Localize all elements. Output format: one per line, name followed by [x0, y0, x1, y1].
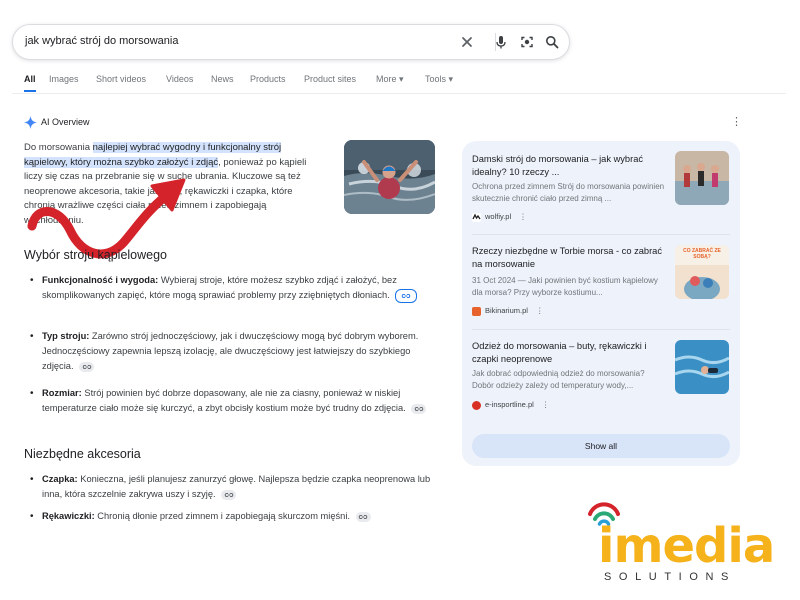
source-site: wolfiy.pl ⋮ [472, 212, 527, 222]
source-link-chip[interactable] [411, 403, 427, 414]
more-options-icon[interactable]: ⋮ [519, 212, 527, 221]
list-item-text: Strój powinien być dobrze dopasowany, al… [42, 388, 406, 414]
source-site-name: Bikinarium.pl [485, 306, 528, 315]
source-title[interactable]: Odzież do morsowania – buty, rękawiczki … [472, 340, 668, 366]
thumbnail-caption: CO ZABRAĆ ZE SOBĄ? [683, 248, 721, 260]
bullet: • [30, 331, 34, 342]
more-options-icon[interactable]: ⋮ [536, 306, 544, 315]
list-item: • Rękawiczki: Chronią dłonie przed zimne… [30, 509, 434, 524]
card-divider [472, 234, 730, 235]
bullet: • [30, 275, 34, 286]
bullet: • [30, 474, 34, 485]
source-thumbnail[interactable]: CO ZABRAĆ ZE SOBĄ? [675, 245, 729, 299]
list-item-term: Rozmiar: [42, 388, 82, 398]
list-item-text: Zarówno strój jednoczęściowy, jak i dwuc… [42, 331, 419, 372]
list-item: • Rozmiar: Strój powinien być dobrze dop… [30, 386, 434, 416]
card-divider [472, 329, 730, 330]
source-site: e-insportline.pl ⋮ [472, 400, 549, 410]
logo-wordmark: imedia [598, 518, 775, 574]
insportline-favicon-icon [472, 400, 481, 410]
source-title[interactable]: Damski strój do morsowania – jak wybrać … [472, 153, 668, 179]
source-link-chip[interactable] [79, 361, 95, 372]
list-item-term: Typ stroju: [42, 331, 90, 341]
bullet: • [30, 511, 34, 522]
source-site-name: e-insportline.pl [485, 400, 534, 409]
bikinarium-favicon-icon [472, 306, 481, 316]
source-snippet: Jak dobrać odpowiednią odzież do morsowa… [472, 369, 645, 390]
section-heading-suit: Wybór stroju kąpielowego [24, 248, 168, 262]
list-item: • Funkcjonalność i wygoda: Wybieraj stro… [30, 273, 434, 303]
section-heading-accessories: Niezbędne akcesoria [24, 447, 141, 461]
list-item: • Czapka: Konieczna, jeśli planujesz zan… [30, 472, 434, 502]
source-thumbnail[interactable] [675, 340, 729, 394]
source-link-chip[interactable] [221, 489, 237, 500]
more-options-icon[interactable]: ⋮ [542, 400, 550, 409]
wolfiy-favicon-icon [472, 212, 481, 222]
list-item-text: Chronią dłonie przed zimnem i zapobiegaj… [94, 511, 350, 521]
source-link-chip[interactable] [395, 288, 418, 303]
source-link-chip[interactable] [355, 511, 371, 522]
source-site: Bikinarium.pl ⋮ [472, 306, 544, 316]
source-site-name: wolfiy.pl [485, 212, 512, 221]
source-snippet: Ochrona przed zimnem Strój do morsowania… [472, 182, 665, 203]
source-snippet: 31 Oct 2024 — Jaki powinien być kostium … [472, 276, 658, 297]
list-item: • Typ stroju: Zarówno strój jednoczęścio… [30, 329, 434, 375]
list-item-term: Funkcjonalność i wygoda: [42, 275, 159, 285]
sources-panel: Damski strój do morsowania – jak wybrać … [462, 141, 740, 466]
list-item-term: Rękawiczki: [42, 511, 95, 521]
source-title[interactable]: Rzeczy niezbędne w Torbie morsa - co zab… [472, 245, 668, 271]
source-thumbnail[interactable] [675, 151, 729, 205]
list-item-text: Konieczna, jeśli planujesz zanurzyć głow… [42, 474, 431, 500]
show-all-button[interactable]: Show all [472, 434, 730, 458]
logo-tagline: SOLUTIONS [604, 571, 736, 583]
list-item-term: Czapka: [42, 474, 78, 484]
bullet: • [30, 388, 34, 399]
